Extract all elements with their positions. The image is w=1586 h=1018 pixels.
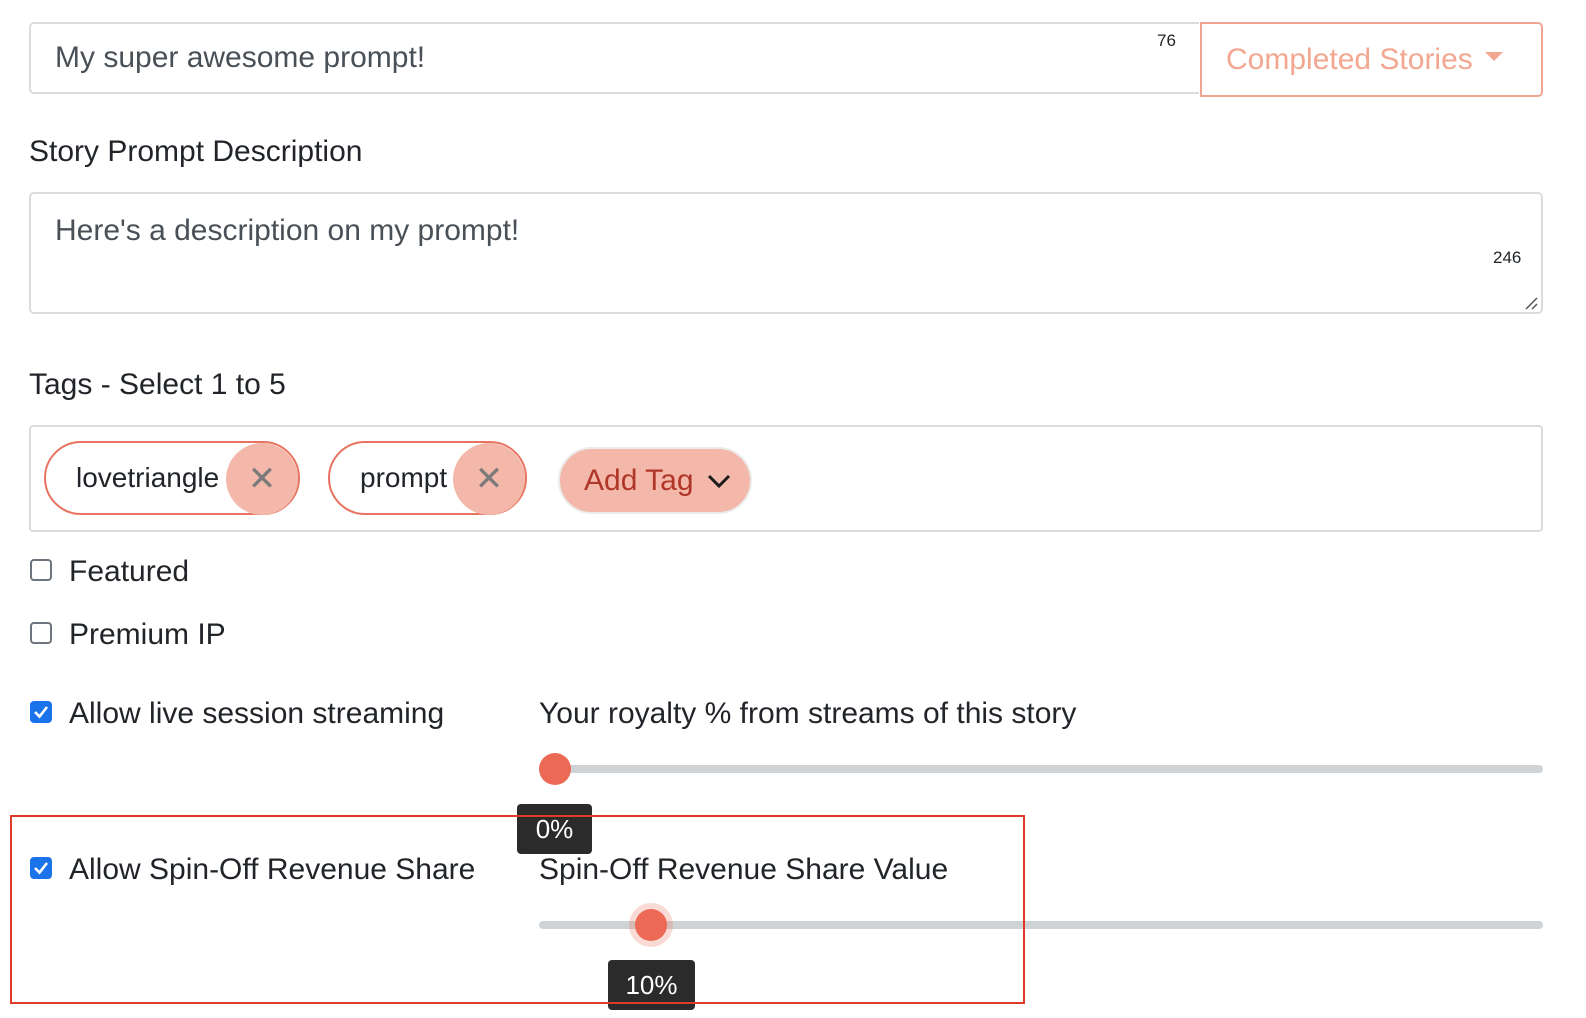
tag-chip: prompt ✕ — [328, 441, 527, 515]
description-label: Story Prompt Description — [29, 135, 363, 168]
prompt-title-input[interactable]: My super awesome prompt! — [29, 22, 1199, 94]
live-streaming-label: Allow live session streaming — [69, 697, 445, 730]
live-streaming-checkbox[interactable] — [30, 701, 52, 723]
featured-label: Featured — [69, 555, 190, 588]
tag-chip: lovetriangle ✕ — [44, 441, 300, 515]
add-tag-label: Add Tag — [584, 463, 694, 497]
royalty-slider-track[interactable] — [539, 765, 1543, 773]
description-textarea[interactable]: Here's a description on my prompt! — [29, 192, 1543, 314]
featured-checkbox[interactable] — [30, 559, 52, 581]
add-tag-button[interactable]: Add Tag — [558, 447, 752, 514]
category-dropdown-label: Completed Stories — [1226, 42, 1473, 76]
tag-chip-label: lovetriangle — [76, 462, 220, 493]
tags-label: Tags - Select 1 to 5 — [29, 368, 286, 401]
description-value: Here's a description on my prompt! — [55, 214, 520, 247]
remove-tag-icon[interactable]: ✕ — [226, 443, 298, 515]
description-char-counter: 246 — [1493, 248, 1522, 267]
checkmark-icon — [34, 706, 49, 719]
royalty-slider-label: Your royalty % from streams of this stor… — [539, 697, 1077, 730]
chevron-down-icon — [707, 474, 730, 488]
title-char-counter: 76 — [1157, 31, 1176, 50]
prompt-title-value: My super awesome prompt! — [55, 41, 426, 74]
premium-ip-label: Premium IP — [69, 618, 226, 651]
resize-handle-icon[interactable] — [1524, 296, 1538, 310]
premium-ip-checkbox[interactable] — [30, 622, 52, 644]
royalty-slider-thumb[interactable] — [539, 753, 571, 785]
remove-tag-icon[interactable]: ✕ — [453, 443, 525, 515]
highlight-box — [10, 815, 1025, 1004]
tag-chip-label: prompt — [360, 462, 448, 493]
category-dropdown[interactable]: Completed Stories — [1200, 22, 1543, 97]
caret-down-icon — [1484, 52, 1503, 61]
